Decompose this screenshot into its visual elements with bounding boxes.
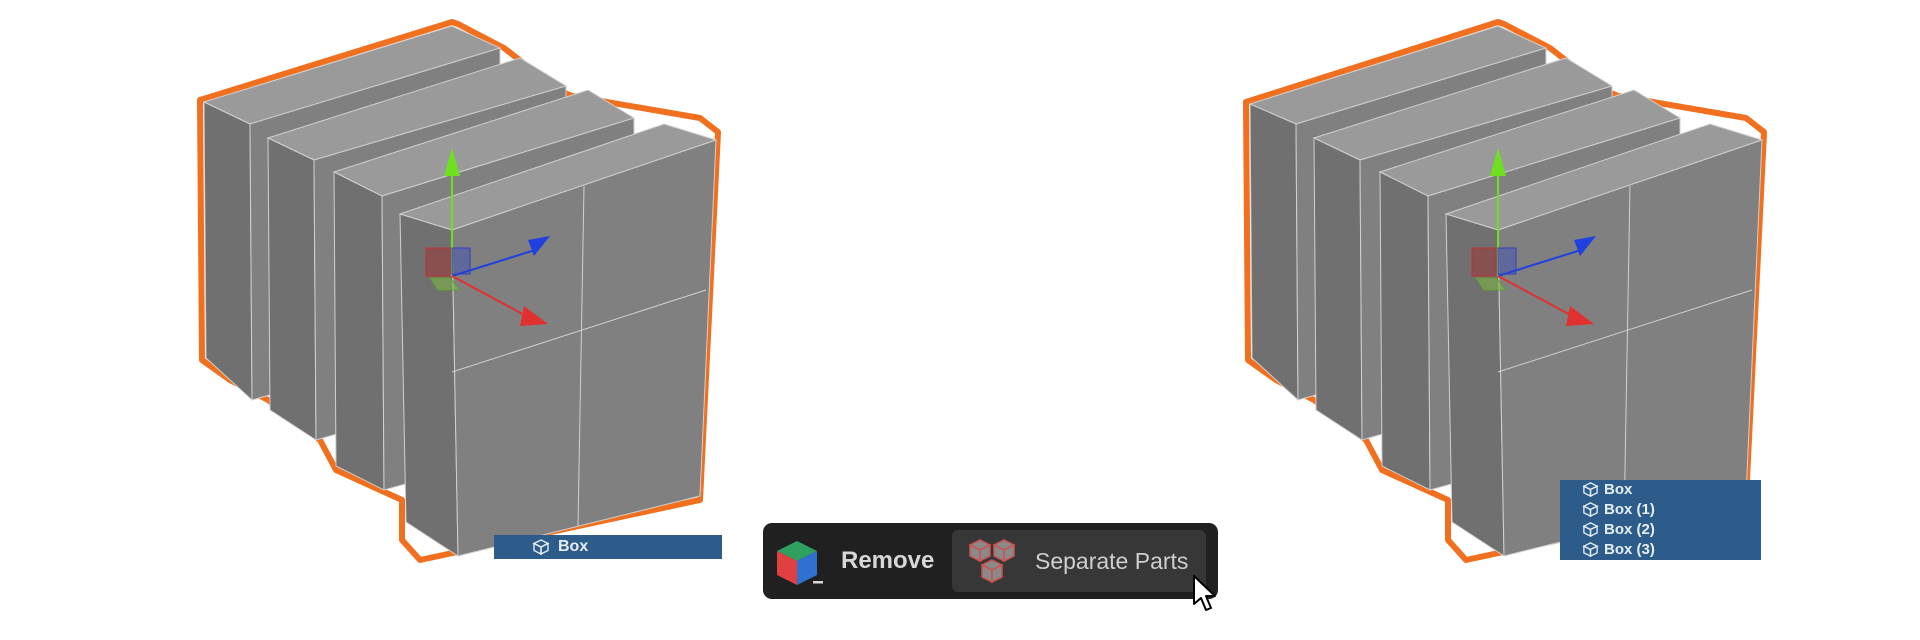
outliner-item[interactable]: Box — [494, 535, 722, 559]
mesh-scene[interactable] — [140, 0, 760, 600]
remove-label[interactable]: Remove — [841, 523, 934, 599]
box-icon — [1582, 482, 1599, 498]
box-icon — [532, 539, 550, 556]
viewport-before[interactable] — [140, 0, 760, 600]
separate-parts-button[interactable]: Separate Parts — [952, 530, 1206, 592]
outliner-item-label: Box (2) — [1604, 521, 1655, 538]
mouse-pointer-icon — [1193, 575, 1216, 611]
separate-parts-label: Separate Parts — [1035, 548, 1189, 574]
outliner-item-label: Box — [1604, 481, 1633, 498]
box-icon — [1582, 542, 1599, 558]
outliner-item-label: Box (3) — [1604, 541, 1655, 558]
box-icon — [1582, 522, 1599, 538]
outliner-panel[interactable]: Box Box (1) Box (2) Box (3) — [1560, 480, 1761, 560]
box-icon — [1582, 502, 1599, 518]
outliner-item[interactable]: Box — [1560, 480, 1761, 500]
remove-cube-icon — [777, 541, 823, 585]
outliner-item[interactable]: Box (2) — [1560, 520, 1761, 540]
outliner-item[interactable]: Box (3) — [1560, 540, 1761, 560]
outliner-item-label: Box (1) — [1604, 501, 1655, 518]
outliner-item[interactable]: Box (1) — [1560, 500, 1761, 520]
outliner-panel[interactable]: Box — [494, 535, 722, 559]
outliner-item-label: Box — [558, 538, 589, 555]
separate-parts-icon — [968, 539, 1016, 584]
tool-popup: Remove Separate Parts — [763, 523, 1218, 599]
